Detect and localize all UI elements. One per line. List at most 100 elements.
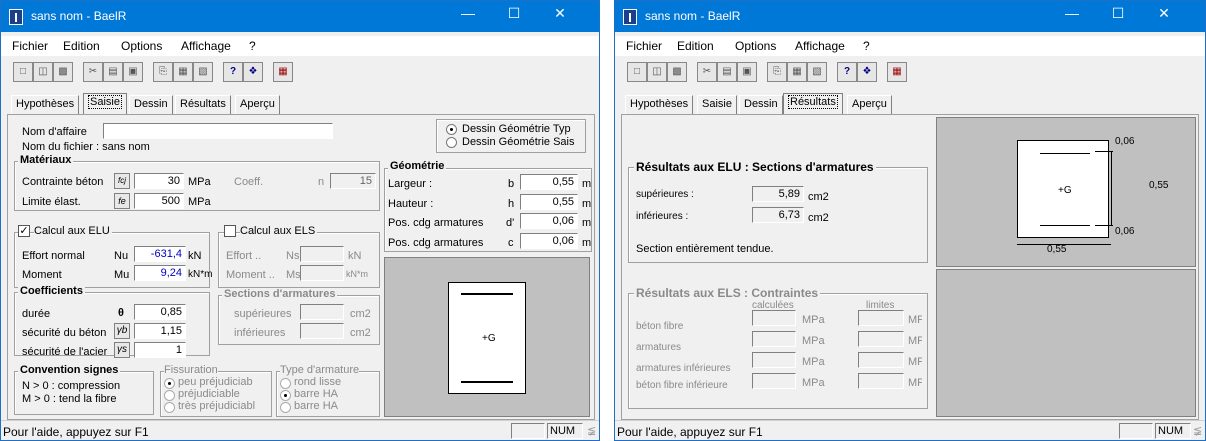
d-input[interactable]: 0,06 <box>520 213 578 229</box>
sections-sup-input[interactable] <box>300 304 344 320</box>
fe-unit: MPa <box>188 196 211 208</box>
elu-checkbox[interactable]: ✓ <box>18 225 30 237</box>
help-icon[interactable]: ? <box>223 62 243 82</box>
nom-affaire-label: Nom d'affaire <box>22 126 87 138</box>
tab-resultats[interactable]: Résultats <box>783 93 843 114</box>
menu-affichage[interactable]: Affichage <box>795 39 845 53</box>
calc-icon[interactable]: ▧ <box>193 62 213 82</box>
title-bar[interactable]: sans nom - BaelR — ☐ ✕ <box>615 1 1205 32</box>
convention-title: Convention signes <box>18 364 121 376</box>
new-icon[interactable]: □ <box>13 62 33 82</box>
save-icon[interactable]: ▩ <box>53 62 73 82</box>
h-input[interactable]: 0,55 <box>520 194 578 210</box>
n-input[interactable]: 15 <box>330 173 376 189</box>
calculator-icon[interactable]: ▦ <box>887 62 907 82</box>
dim-top-label: 0,06 <box>1115 136 1135 147</box>
menu-help[interactable]: ? <box>249 39 256 53</box>
maximize-icon[interactable]: ☐ <box>491 5 537 22</box>
copy-icon[interactable]: ▤ <box>717 62 737 82</box>
armature-ha2-radio[interactable] <box>280 402 291 413</box>
convention-line1: N > 0 : compression <box>22 380 121 392</box>
copy-icon[interactable]: ▤ <box>103 62 123 82</box>
fe-input[interactable]: 500 <box>134 193 184 209</box>
cut-icon[interactable]: ✂ <box>83 62 103 82</box>
armature-rond-radio[interactable] <box>280 378 291 389</box>
print-icon[interactable]: ⎘ <box>153 62 173 82</box>
ms-input[interactable] <box>300 265 344 281</box>
tab-resultats[interactable]: Résultats <box>175 95 231 114</box>
acier-input[interactable]: 1 <box>134 342 186 358</box>
radio-dessin-type[interactable] <box>446 124 457 135</box>
fissuration-prej-radio[interactable] <box>164 390 175 401</box>
calculator-icon[interactable]: ▦ <box>273 62 293 82</box>
menu-edition[interactable]: Edition <box>677 39 714 53</box>
calc-icon[interactable]: ▧ <box>807 62 827 82</box>
context-help-icon[interactable]: ❖ <box>857 62 877 82</box>
maximize-icon[interactable]: ☐ <box>1095 5 1141 22</box>
open-icon[interactable]: ◫ <box>33 62 53 82</box>
menu-fichier[interactable]: Fichier <box>626 39 662 53</box>
context-help-icon[interactable]: ❖ <box>243 62 263 82</box>
b-input[interactable]: 0,55 <box>520 174 578 190</box>
close-icon[interactable]: ✕ <box>537 5 583 22</box>
nu-input[interactable]: -631,4 <box>134 246 186 262</box>
new-icon[interactable]: □ <box>627 62 647 82</box>
tab-strip: Hypothèses Saisie Dessin Résultats Aperç… <box>615 93 1205 114</box>
convention-line2: M > 0 : tend la fibre <box>22 393 117 405</box>
tab-apercu[interactable]: Aperçu <box>847 95 892 114</box>
materiaux-title: Matériaux <box>18 154 74 166</box>
b-unit: m <box>582 178 592 190</box>
resize-grip-icon[interactable]: ≨ <box>1193 424 1202 437</box>
menu-help[interactable]: ? <box>863 39 870 53</box>
close-icon[interactable]: ✕ <box>1141 5 1187 22</box>
menu-affichage[interactable]: Affichage <box>181 39 231 53</box>
toolbar: □ ◫ ▩ ✂ ▤ ▣ ⎘ ▦ ▧ ? ❖ ▦ <box>615 57 1205 89</box>
els-checkbox[interactable] <box>224 225 236 237</box>
tab-hypotheses[interactable]: Hypothèses <box>625 95 694 114</box>
radio-dessin-saisie[interactable] <box>446 137 457 148</box>
paste-icon[interactable]: ▣ <box>737 62 757 82</box>
tab-dessin[interactable]: Dessin <box>739 95 783 114</box>
title-bar[interactable]: sans nom - BaelR — ☐ ✕ <box>1 1 599 32</box>
print-preview-icon[interactable]: ▦ <box>173 62 193 82</box>
help-icon[interactable]: ? <box>837 62 857 82</box>
tab-saisie[interactable]: Saisie <box>697 95 737 114</box>
cut-icon[interactable]: ✂ <box>697 62 717 82</box>
ns-label: Ns <box>286 250 300 262</box>
fissuration-tres-radio[interactable] <box>164 402 175 413</box>
resize-grip-icon[interactable]: ≨ <box>587 424 596 437</box>
pos-cdg-label-2: Pos. cdg armatures <box>388 237 484 249</box>
beton-input[interactable]: 1,15 <box>134 323 186 339</box>
paste-icon[interactable]: ▣ <box>123 62 143 82</box>
print-icon[interactable]: ⎘ <box>767 62 787 82</box>
tab-saisie[interactable]: Saisie <box>83 93 127 114</box>
status-text: Pour l'aide, appuyez sur F1 <box>3 425 149 439</box>
c-input[interactable]: 0,06 <box>520 233 578 249</box>
sup-unit: cm2 <box>808 191 829 203</box>
tab-dessin[interactable]: Dessin <box>129 95 173 114</box>
print-preview-icon[interactable]: ▦ <box>787 62 807 82</box>
nu-label: Nu <box>114 250 129 262</box>
menu-options[interactable]: Options <box>735 39 776 53</box>
menu-options[interactable]: Options <box>121 39 162 53</box>
mu-input[interactable]: 9,24 <box>134 265 186 281</box>
nom-affaire-input[interactable] <box>103 123 333 139</box>
minimize-icon[interactable]: — <box>1049 5 1095 21</box>
save-icon[interactable]: ▩ <box>667 62 687 82</box>
gamma-b-symbol: γb <box>114 323 130 339</box>
fissuration-peu-radio[interactable] <box>164 378 175 389</box>
tab-apercu[interactable]: Aperçu <box>235 95 280 114</box>
c-label: c <box>508 237 514 249</box>
fcj-input[interactable]: 30 <box>134 173 184 189</box>
tab-hypotheses[interactable]: Hypothèses <box>11 95 80 114</box>
menu-fichier[interactable]: Fichier <box>12 39 48 53</box>
menu-edition[interactable]: Edition <box>63 39 100 53</box>
ns-input[interactable] <box>300 246 344 262</box>
duree-input[interactable]: 0,85 <box>134 304 186 320</box>
sections-inf-input[interactable] <box>300 323 344 339</box>
saisie-panel: Nom d'affaire Nom du fichier : sans nom … <box>7 114 595 420</box>
minimize-icon[interactable]: — <box>445 5 491 21</box>
tab-strip: Hypothèses Saisie Dessin Résultats Aperç… <box>1 93 599 114</box>
armature-ha1-radio[interactable] <box>280 390 291 401</box>
open-icon[interactable]: ◫ <box>647 62 667 82</box>
